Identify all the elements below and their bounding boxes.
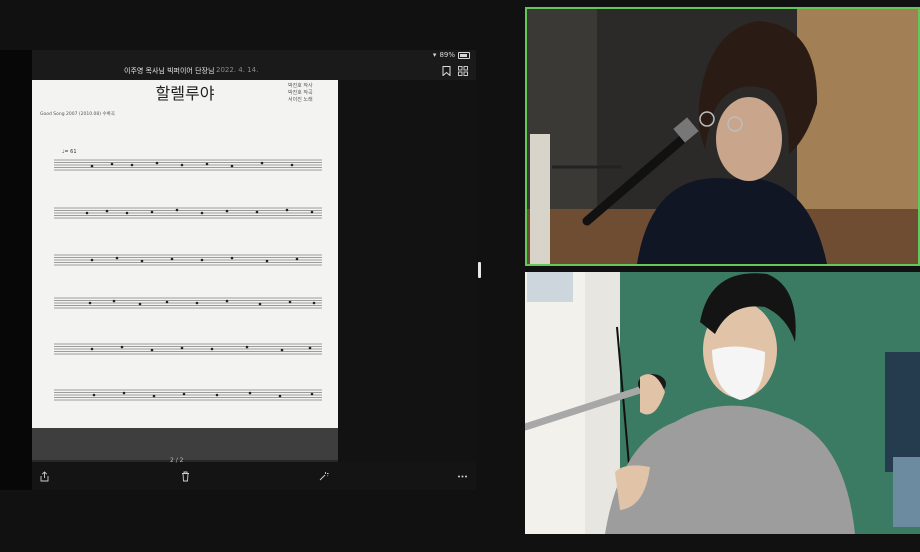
battery-percent: 89% [439, 51, 455, 59]
tempo-marking: ♩= 61 [62, 149, 77, 155]
document-toolbar: 이주영 목사님 빅퍼이어 단장님 2022. 4. 14. [32, 64, 476, 80]
document-bottom-bar: 2 / 2 [32, 457, 476, 490]
trash-icon[interactable] [180, 471, 191, 482]
share-left-strip [0, 50, 32, 490]
bookmark-icon[interactable] [442, 66, 451, 76]
participant-video-tile[interactable] [525, 272, 920, 534]
speaker-video-feed [527, 9, 918, 264]
wifi-icon: ▾ [432, 51, 437, 59]
more-icon[interactable] [457, 471, 468, 482]
participant-video-feed [525, 272, 920, 534]
sheet-music-page: 할렐루야 박진호 작사 박진호 작곡 서이진 노래 Good Song 2007… [32, 80, 338, 460]
page-indicator: 2 / 2 [170, 457, 184, 464]
battery-icon [458, 51, 470, 59]
sheet-music-next-page [32, 428, 338, 463]
active-speaker-video-tile[interactable] [525, 7, 920, 266]
grid-icon[interactable] [458, 66, 468, 76]
document-title: 이주영 목사님 빅퍼이어 단장님 [124, 67, 215, 75]
status-bar: ▾ 89% [32, 50, 476, 64]
share-icon[interactable] [39, 471, 50, 482]
document-date: 2022. 4. 14. [216, 66, 259, 74]
status-indicators: ▾ 89% [433, 51, 470, 59]
music-staves: ♩= 61 [54, 149, 322, 401]
magic-icon[interactable] [318, 471, 329, 482]
panel-resize-handle[interactable] [478, 262, 481, 278]
